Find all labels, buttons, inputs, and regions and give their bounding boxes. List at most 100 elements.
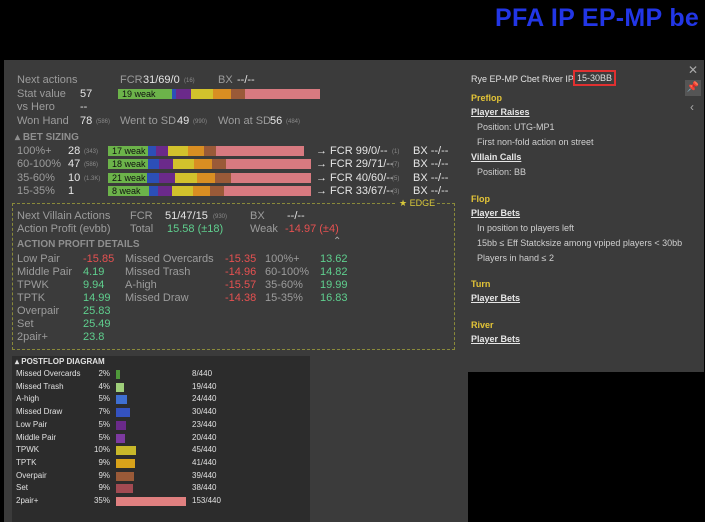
vs-hero-value: -- bbox=[80, 101, 88, 113]
player-raises-heading: Player Raises bbox=[471, 107, 530, 117]
postflop-row-bar bbox=[116, 395, 127, 405]
profit-category: 35-60% bbox=[265, 279, 303, 291]
bet-size-bx: BX --/-- bbox=[413, 158, 449, 171]
profit-value: 4.19 bbox=[83, 266, 105, 278]
first-nonfold-action: First non-fold action on street bbox=[477, 137, 594, 147]
villain-fcr-label: FCR bbox=[130, 210, 153, 222]
weak-label: Weak bbox=[250, 223, 278, 235]
next-actions-bx: --/-- bbox=[237, 74, 255, 86]
bar-segment bbox=[225, 159, 311, 170]
bet-size-fcr-count: (1) bbox=[392, 149, 400, 155]
postflop-row-name: Set bbox=[16, 483, 29, 493]
bet-size-bar-label: 8 weak bbox=[112, 185, 141, 196]
expand-up-icon[interactable]: ⌃ bbox=[333, 236, 341, 247]
bar-segment bbox=[158, 159, 173, 170]
postflop-row-count: 19/440 bbox=[192, 381, 217, 391]
bet-size-bar: 8 weak bbox=[108, 185, 311, 196]
chevron-left-icon[interactable]: ‹ bbox=[690, 100, 694, 114]
postflop-row-pct: 9% bbox=[98, 470, 110, 480]
bar-segment bbox=[172, 159, 195, 170]
postflop-row: Missed Draw 7% 30/440 bbox=[12, 407, 310, 418]
profit-category: Set bbox=[17, 318, 34, 330]
postflop-row-count: 153/440 bbox=[192, 496, 221, 505]
fcr-label: FCR bbox=[120, 74, 143, 86]
pin-icon[interactable]: 📌 bbox=[685, 80, 701, 96]
postflop-row: TPWK 10% 45/440 bbox=[12, 445, 310, 456]
postflop-row-pct: 5% bbox=[98, 419, 110, 429]
postflop-row: Overpair 9% 39/440 bbox=[12, 471, 310, 482]
villain-bx-label: BX bbox=[250, 210, 265, 222]
bar-segment bbox=[230, 172, 311, 183]
total-label: Total bbox=[130, 223, 154, 235]
bet-size-fcr: → FCR 99/0/-- bbox=[316, 145, 388, 157]
bar-segment bbox=[148, 146, 156, 156]
empty-area bbox=[468, 372, 705, 522]
bet-size-count: (343) bbox=[84, 149, 99, 155]
bet-size-fcr: → FCR 40/60/-- bbox=[316, 171, 394, 184]
wtsd-value: 49 bbox=[177, 115, 190, 127]
profit-value: 23.8 bbox=[83, 331, 105, 343]
bet-sizing-header[interactable]: ▴ BET SIZING bbox=[15, 132, 79, 143]
close-icon[interactable]: ✕ bbox=[688, 63, 698, 77]
profit-value: 14.99 bbox=[83, 292, 111, 304]
turn-player-bets-heading: Player Bets bbox=[471, 293, 521, 303]
postflop-row-count: 8/440 bbox=[192, 369, 213, 378]
bet-size-fcr: → FCR 29/71/-- bbox=[316, 158, 394, 171]
profit-value: 16.83 bbox=[320, 292, 348, 304]
wtsd-label: Went to SD bbox=[120, 115, 177, 127]
won-hand-count: (586) bbox=[96, 119, 111, 125]
bet-size-count: (586) bbox=[84, 162, 99, 169]
river-heading: River bbox=[471, 320, 494, 330]
profit-category: TPTK bbox=[17, 292, 46, 304]
postflop-row-name: Low Pair bbox=[16, 419, 48, 429]
in-position-condition: In position to players left bbox=[477, 223, 575, 233]
bet-size-fcr-count: (5) bbox=[392, 175, 400, 182]
postflop-row-name: TPWK bbox=[16, 445, 40, 455]
profit-category: 60-100% bbox=[265, 266, 310, 278]
bar-segment bbox=[224, 185, 311, 196]
postflop-row-pct: 2% bbox=[98, 369, 110, 378]
postflop-row-pct: 5% bbox=[98, 394, 110, 404]
bet-size-bar-label: 17 weak bbox=[112, 146, 146, 156]
postflop-header[interactable]: ▴ POSTFLOP DIAGRAM bbox=[15, 357, 105, 366]
bar-segment bbox=[193, 185, 211, 196]
profit-category: 15-35% bbox=[265, 292, 303, 304]
action-profit-details-header: ACTION PROFIT DETAILS bbox=[17, 239, 140, 250]
postflop-row-bar bbox=[116, 446, 136, 456]
bet-size-bx: BX --/-- bbox=[413, 145, 449, 157]
postflop-row-name: Missed Overcards bbox=[16, 369, 81, 378]
postflop-row: Low Pair 5% 23/440 bbox=[12, 420, 310, 431]
profit-value: -15.85 bbox=[83, 253, 115, 265]
bar-segment bbox=[148, 185, 159, 196]
stack-range-badge: 15-30BB bbox=[573, 70, 617, 86]
bet-size-label: 100%+ bbox=[17, 145, 52, 157]
edge-tag: ★ EDGE bbox=[397, 198, 438, 209]
profit-value: 13.62 bbox=[320, 253, 348, 265]
postflop-row: 2pair+ 35% 153/440 bbox=[12, 496, 310, 507]
bar-segment bbox=[204, 146, 216, 156]
postflop-row-bar bbox=[116, 382, 124, 392]
postflop-row-bar bbox=[116, 458, 135, 468]
postflop-row-bar bbox=[116, 497, 186, 506]
wsd-count: (484) bbox=[286, 119, 301, 125]
stat-value: 57 bbox=[80, 88, 93, 100]
profit-value: 19.99 bbox=[320, 279, 348, 291]
profit-category: Low Pair bbox=[17, 253, 60, 265]
bar-segment bbox=[159, 172, 175, 183]
postflop-row-count: 30/440 bbox=[192, 407, 217, 417]
wtsd-count: (990) bbox=[193, 119, 208, 125]
profit-value: 25.83 bbox=[83, 305, 111, 317]
postflop-row-name: Missed Draw bbox=[16, 407, 63, 417]
window-title: PFA IP EP-MP be bbox=[495, 4, 700, 32]
profit-category: Missed Trash bbox=[125, 266, 191, 278]
preflop-heading: Preflop bbox=[471, 93, 503, 103]
postflop-row: Missed Trash 4% 19/440 bbox=[12, 382, 310, 393]
position-utg-mp1: Position: UTG-MP1 bbox=[477, 122, 555, 132]
postflop-row: Set 9% 38/440 bbox=[12, 483, 310, 494]
postflop-row-bar bbox=[116, 433, 125, 443]
bet-size-value: 47 bbox=[68, 158, 81, 171]
bet-size-bx: BX --/-- bbox=[413, 171, 449, 184]
collapse-chevron-icon: ▴ bbox=[15, 132, 23, 143]
stat-value-label: Stat value bbox=[17, 88, 66, 100]
bet-size-bar: 17 weak bbox=[108, 146, 311, 156]
